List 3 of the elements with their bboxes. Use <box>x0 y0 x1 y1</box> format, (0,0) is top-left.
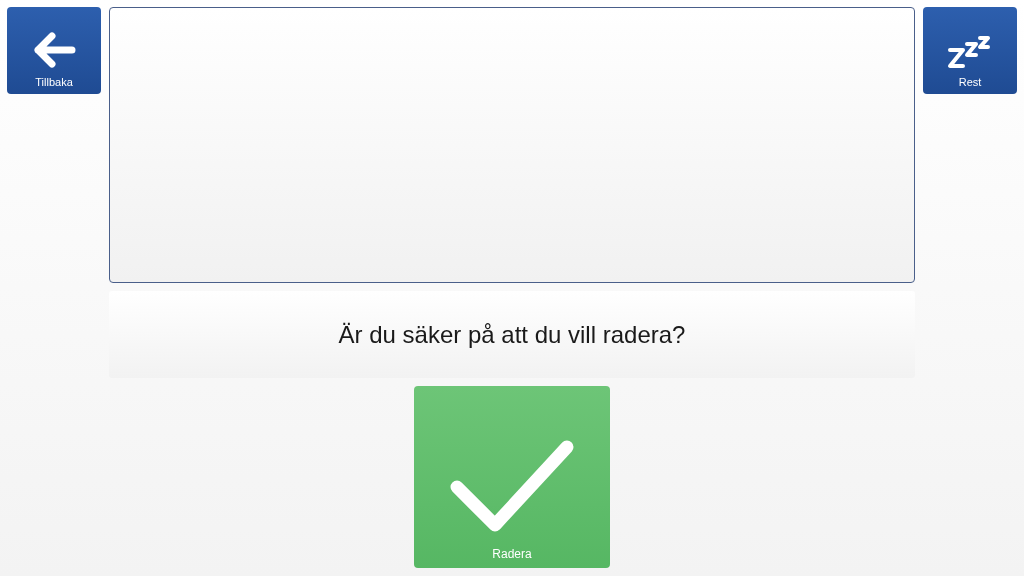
back-button[interactable]: Tillbaka <box>7 7 101 94</box>
rest-button[interactable]: Rest <box>923 7 1017 94</box>
confirm-message: Är du säker på att du vill radera? <box>338 320 686 349</box>
